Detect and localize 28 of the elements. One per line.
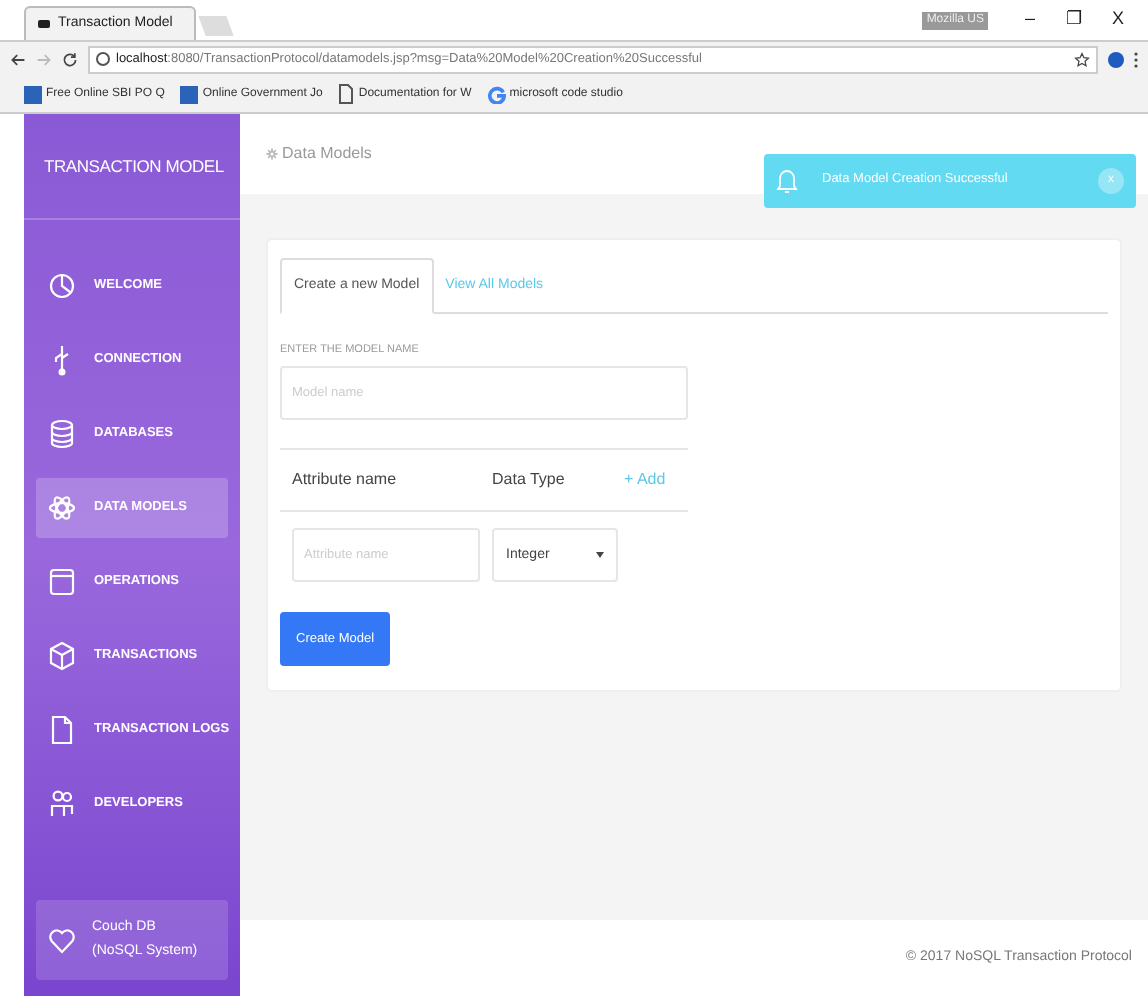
back-icon[interactable] bbox=[10, 51, 26, 67]
info-icon bbox=[96, 52, 110, 66]
window-control[interactable]: X bbox=[1096, 6, 1140, 34]
g-logo-icon bbox=[487, 85, 506, 103]
page-title: Data Models bbox=[282, 142, 372, 166]
tab-favicon-icon bbox=[38, 20, 50, 28]
atom-icon bbox=[48, 492, 76, 524]
column-header: Attribute name bbox=[292, 468, 399, 493]
column-header: Data Type bbox=[492, 468, 567, 493]
file-icon bbox=[48, 714, 76, 746]
reload-icon[interactable] bbox=[62, 51, 78, 67]
star-icon[interactable] bbox=[1074, 51, 1090, 67]
bookmark-favicon-icon bbox=[24, 85, 42, 103]
heart-icon bbox=[48, 927, 76, 953]
bookmark-favicon-icon bbox=[180, 85, 199, 103]
people-icon bbox=[48, 788, 76, 820]
window-icon bbox=[48, 566, 76, 598]
bell-icon bbox=[776, 166, 798, 194]
caret-icon bbox=[596, 552, 604, 559]
extension-icon[interactable] bbox=[1108, 51, 1124, 67]
brand-title: TRANSACTION MODEL bbox=[44, 153, 224, 179]
window-control[interactable]: ❐ bbox=[1052, 6, 1096, 34]
gear-icon bbox=[266, 148, 278, 160]
clock-chart-icon bbox=[48, 270, 76, 302]
cube-icon bbox=[48, 640, 76, 672]
window-control[interactable]: – bbox=[1008, 6, 1052, 34]
database-icon bbox=[48, 418, 76, 450]
document-icon bbox=[338, 84, 355, 104]
